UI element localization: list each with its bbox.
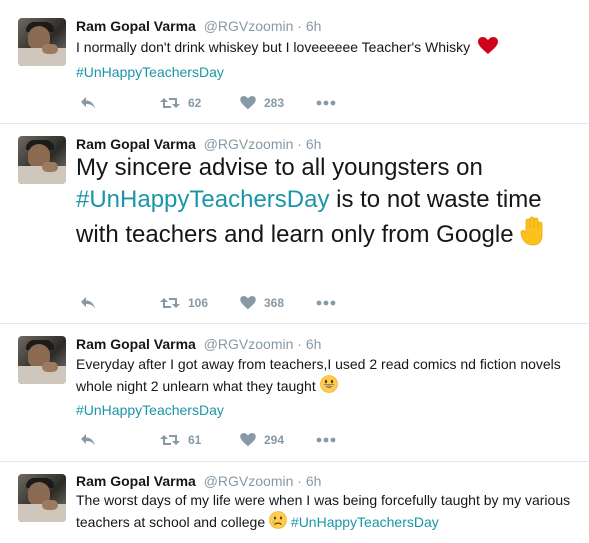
tweet[interactable]: Ram Gopal Varma @RGVzoomin · 6h Everyday… <box>0 324 589 462</box>
retweet-button[interactable]: 62 <box>160 94 201 112</box>
tweet-body: My sincere advise to all youngsters on <box>76 154 483 181</box>
tweet[interactable]: Ram Gopal Varma @RGVzoomin · 6h I normal… <box>0 0 589 124</box>
like-icon <box>240 433 256 447</box>
tweet[interactable]: Ram Gopal Varma @RGVzoomin · 6h My since… <box>0 124 589 324</box>
retweet-button[interactable]: 61 <box>160 431 201 449</box>
more-icon <box>316 100 336 106</box>
more-icon <box>316 300 336 306</box>
like-count: 294 <box>264 433 285 447</box>
avatar[interactable] <box>18 474 66 522</box>
author-name[interactable]: Ram Gopal Varma <box>76 136 196 152</box>
retweet-count: 62 <box>188 96 202 110</box>
more-button[interactable] <box>316 431 336 449</box>
avatar[interactable] <box>18 18 66 66</box>
like-icon <box>240 296 256 310</box>
grinning-face-icon <box>319 375 338 399</box>
like-count: 283 <box>264 96 285 110</box>
timestamp[interactable]: 6h <box>306 18 322 34</box>
tweet-header: Ram Gopal Varma @RGVzoomin · 6h <box>76 336 322 352</box>
avatar[interactable] <box>18 136 66 184</box>
tweet-body: Everyday after I got away from teachers,… <box>76 356 561 394</box>
hashtag-link[interactable]: #UnHappyTeachersDay <box>76 402 224 418</box>
author-handle[interactable]: @RGVzoomin <box>204 473 294 489</box>
tweet-header: Ram Gopal Varma @RGVzoomin · 6h <box>76 136 322 152</box>
tweet[interactable]: Ram Gopal Varma @RGVzoomin · 6h The wors… <box>0 462 589 543</box>
tweet-text: My sincere advise to all youngsters on #… <box>76 152 581 255</box>
tweet-feed: Ram Gopal Varma @RGVzoomin · 6h I normal… <box>0 0 589 543</box>
retweet-button[interactable]: 106 <box>160 294 208 312</box>
reply-button[interactable] <box>80 94 96 112</box>
reply-icon <box>81 434 95 446</box>
author-name[interactable]: Ram Gopal Varma <box>76 473 196 489</box>
avatar[interactable] <box>18 336 66 384</box>
retweet-count: 106 <box>188 296 209 310</box>
reply-button[interactable] <box>80 431 96 449</box>
like-icon <box>240 96 256 110</box>
like-button[interactable]: 368 <box>240 294 284 312</box>
author-handle[interactable]: @RGVzoomin <box>204 336 294 352</box>
hashtag-link[interactable]: #UnHappyTeachersDay <box>76 186 329 213</box>
retweet-count: 61 <box>188 433 202 447</box>
author-handle[interactable]: @RGVzoomin <box>204 18 294 34</box>
timestamp[interactable]: 6h <box>306 136 322 152</box>
tweet-body: I normally don't drink whiskey but I lov… <box>76 39 471 55</box>
retweet-icon <box>160 98 180 108</box>
author-handle[interactable]: @RGVzoomin <box>204 136 294 152</box>
tweet-text: Everyday after I got away from teachers,… <box>76 353 581 421</box>
retweet-icon <box>160 435 180 445</box>
tweet-actions: 62 283 <box>76 94 376 112</box>
timestamp[interactable]: 6h <box>306 336 322 352</box>
hashtag-link[interactable]: #UnHappyTeachersDay <box>291 514 439 530</box>
tweet-text: I normally don't drink whiskey but I lov… <box>76 36 581 83</box>
tweet-actions: 61 294 <box>76 431 376 449</box>
raised-hand-icon <box>520 216 546 255</box>
tweet-actions: 106 368 <box>76 294 376 312</box>
red-heart-icon <box>478 37 499 61</box>
author-name[interactable]: Ram Gopal Varma <box>76 18 196 34</box>
more-button[interactable] <box>316 94 336 112</box>
tweet-text: The worst days of my life were when I wa… <box>76 489 581 535</box>
retweet-icon <box>160 298 180 308</box>
like-count: 368 <box>264 296 285 310</box>
crying-face-icon <box>269 511 287 535</box>
reply-icon <box>81 297 95 309</box>
tweet-header: Ram Gopal Varma @RGVzoomin · 6h <box>76 473 322 489</box>
reply-icon <box>81 97 95 109</box>
timestamp[interactable]: 6h <box>306 473 322 489</box>
tweet-header: Ram Gopal Varma @RGVzoomin · 6h <box>76 18 322 34</box>
like-button[interactable]: 294 <box>240 431 284 449</box>
more-button[interactable] <box>316 294 336 312</box>
author-name[interactable]: Ram Gopal Varma <box>76 336 196 352</box>
like-button[interactable]: 283 <box>240 94 284 112</box>
hashtag-link[interactable]: #UnHappyTeachersDay <box>76 64 224 80</box>
more-icon <box>316 437 336 443</box>
reply-button[interactable] <box>80 294 96 312</box>
